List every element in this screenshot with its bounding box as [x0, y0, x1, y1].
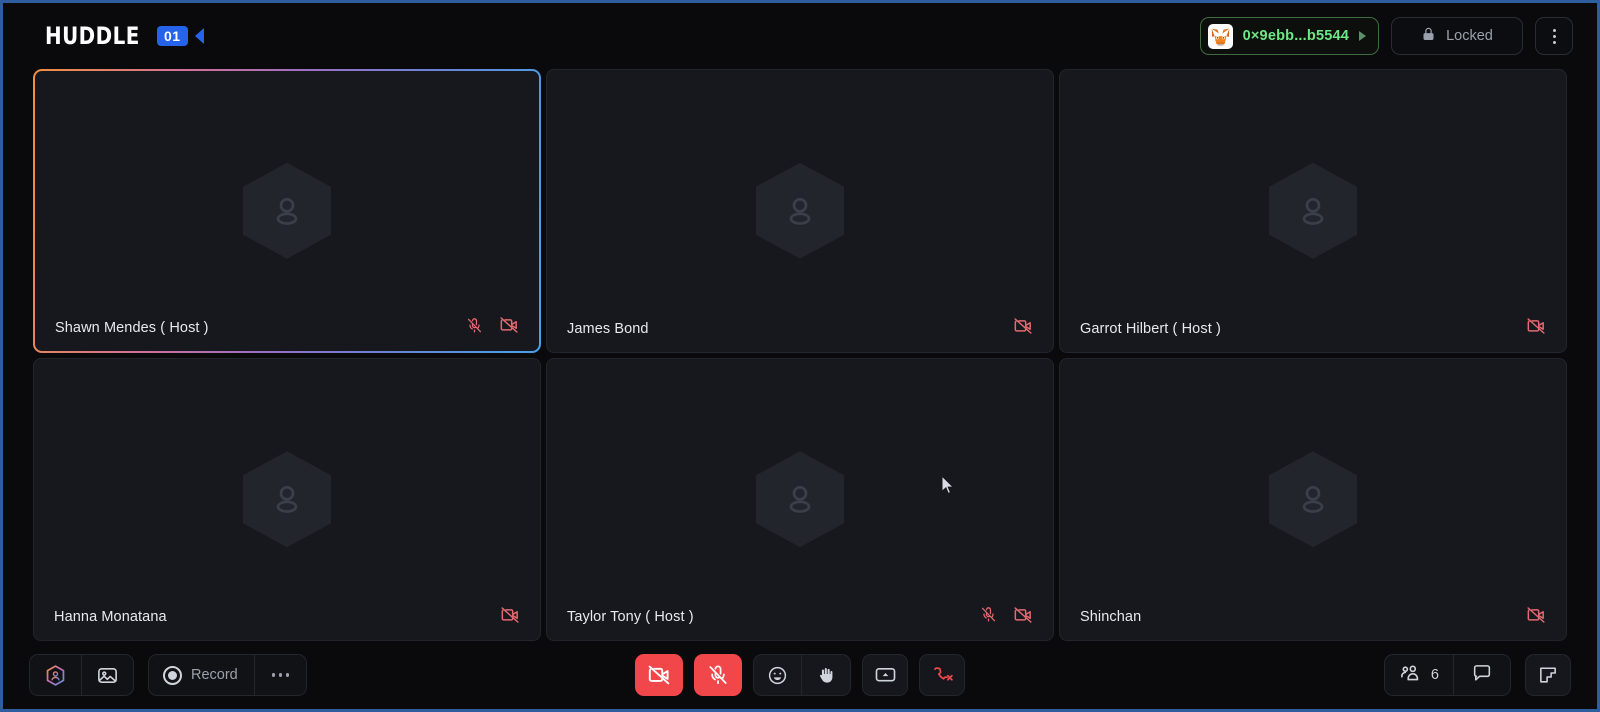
tile-footer: Shinchan [1060, 594, 1566, 640]
tile-footer: Hanna Monatana [34, 594, 540, 640]
camera-off-icon [1526, 316, 1546, 341]
participant-status-icons [1013, 316, 1033, 341]
end-call-button[interactable] [919, 654, 965, 696]
video-camera-icon [194, 28, 204, 44]
participant-tile[interactable]: Garrot Hilbert ( Host ) [1059, 69, 1567, 353]
header-actions: 0×9ebb...b5544 Locked [1199, 17, 1573, 55]
tile-footer: Taylor Tony ( Host ) [547, 594, 1053, 640]
profile-hexagon-icon[interactable] [30, 655, 82, 695]
tile-footer: Garrot Hilbert ( Host ) [1060, 306, 1566, 352]
emoji-smiley-icon[interactable] [754, 655, 802, 695]
wallet-address-label: 0×9ebb...b5544 [1242, 28, 1349, 44]
kebab-menu-icon[interactable] [1535, 17, 1573, 55]
record-group: Record [148, 654, 308, 696]
participant-name: Garrot Hilbert ( Host ) [1080, 320, 1221, 337]
camera-off-icon [1013, 316, 1033, 341]
ellipsis-horizontal-icon[interactable] [255, 655, 306, 695]
people-group-icon [1399, 661, 1422, 689]
camera-off-button[interactable] [635, 654, 683, 696]
brand-name: HUDDLE [45, 22, 140, 50]
image-background-icon[interactable] [82, 655, 133, 695]
person-hexagon-placeholder-icon [243, 451, 331, 548]
participant-status-icons [980, 605, 1033, 630]
participants-count: 6 [1430, 667, 1439, 683]
participant-tile[interactable]: James Bond [546, 69, 1054, 353]
lock-icon [1421, 26, 1436, 47]
microphone-off-icon [980, 606, 997, 628]
person-hexagon-placeholder-icon [1269, 162, 1357, 259]
toolbar-left-group: Record [29, 654, 308, 696]
participants-button[interactable]: 6 [1385, 655, 1454, 695]
people-chat-group: 6 [1383, 654, 1511, 696]
participant-status-icons [1526, 605, 1546, 630]
camera-off-icon [500, 605, 520, 630]
toolbar-right-group: 6 [1383, 654, 1571, 696]
microphone-off-icon [466, 317, 483, 339]
brand-logo[interactable]: HUDDLE 01 [45, 22, 204, 50]
metamask-fox-icon [1207, 23, 1233, 49]
record-dot-icon [163, 665, 182, 685]
participant-tile[interactable]: Taylor Tony ( Host ) [546, 357, 1054, 641]
participant-status-icons [466, 315, 519, 340]
participant-status-icons [500, 605, 520, 630]
camera-off-icon [1526, 605, 1546, 630]
room-lock-label: Locked [1446, 28, 1493, 44]
layout-panel-button[interactable] [1525, 654, 1571, 696]
caret-right-icon [1359, 31, 1366, 41]
participant-tile[interactable]: Hanna Monatana [33, 357, 541, 641]
tile-footer: James Bond [547, 306, 1053, 352]
brand-badge: 01 [156, 26, 188, 46]
participant-name: Hanna Monatana [54, 609, 167, 625]
person-hexagon-placeholder-icon [1269, 451, 1357, 548]
room-lock-button[interactable]: Locked [1391, 17, 1523, 55]
microphone-off-button[interactable] [694, 654, 742, 696]
wallet-address-chip[interactable]: 0×9ebb...b5544 [1199, 17, 1379, 55]
chat-bubble-icon [1471, 662, 1493, 689]
participant-tile[interactable]: Shawn Mendes ( Host ) [33, 69, 541, 353]
participant-name: Taylor Tony ( Host ) [567, 609, 694, 625]
raise-hand-icon[interactable] [802, 655, 850, 695]
toolbar-center-group [635, 654, 965, 696]
record-label: Record [191, 667, 238, 683]
record-button[interactable]: Record [149, 655, 255, 695]
camera-off-icon [499, 315, 519, 340]
screen-share-button[interactable] [862, 654, 908, 696]
chat-button[interactable] [1454, 655, 1510, 695]
participant-name: Shawn Mendes ( Host ) [55, 319, 209, 336]
app-header: HUDDLE 01 0×9ebb...b5544 Locked [3, 3, 1597, 69]
tile-footer: Shawn Mendes ( Host ) [35, 305, 539, 351]
person-hexagon-placeholder-icon [756, 451, 844, 548]
participant-name: Shinchan [1080, 609, 1142, 625]
participant-grid: Shawn Mendes ( Host ) James Bond Garrot … [3, 69, 1597, 641]
person-hexagon-placeholder-icon [756, 162, 844, 259]
person-hexagon-placeholder-icon [243, 162, 331, 259]
participant-name: James Bond [567, 320, 649, 337]
reaction-hand-group [753, 654, 851, 696]
participant-status-icons [1526, 316, 1546, 341]
camera-off-icon [1013, 605, 1033, 630]
bottom-toolbar: Record 6 [3, 641, 1597, 709]
participant-tile[interactable]: Shinchan [1059, 357, 1567, 641]
huddle-app-window: HUDDLE 01 0×9ebb...b5544 Locked Shawn Me… [0, 0, 1600, 712]
profile-background-group [29, 654, 134, 696]
